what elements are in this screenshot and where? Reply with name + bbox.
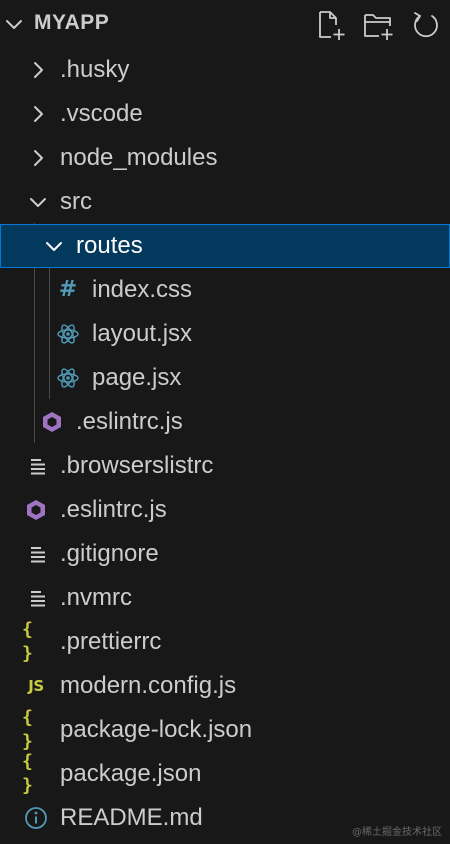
text-file-icon bbox=[31, 547, 45, 563]
chevron-down-icon[interactable] bbox=[2, 12, 26, 36]
tree-item-label: src bbox=[60, 188, 92, 215]
text-file-icon bbox=[31, 591, 45, 607]
css-file-icon: # bbox=[58, 277, 78, 302]
text-file-icon bbox=[31, 459, 45, 475]
tree-item-label: node_modules bbox=[60, 144, 218, 171]
explorer-header[interactable]: MYAPP bbox=[0, 0, 450, 48]
explorer-title: MYAPP bbox=[34, 11, 110, 34]
tree-item-label: package-lock.json bbox=[60, 716, 253, 743]
tree-item-label: .husky bbox=[60, 56, 130, 83]
new-folder-icon[interactable] bbox=[362, 9, 394, 41]
tree-item-index-css[interactable]: # index.css bbox=[0, 268, 450, 312]
tree-item-label: .prettierrc bbox=[60, 628, 162, 655]
tree-item-label: package.json bbox=[60, 760, 202, 787]
tree-item-eslintrc[interactable]: .eslintrc.js bbox=[0, 488, 450, 532]
watermark: @稀土掘金技术社区 bbox=[352, 827, 442, 838]
react-icon bbox=[57, 368, 79, 388]
json-icon: { } bbox=[22, 707, 33, 752]
tree-item-routes[interactable]: routes bbox=[0, 224, 450, 268]
tree-item-modern-config[interactable]: JS modern.config.js bbox=[0, 664, 450, 708]
tree-item-label: README.md bbox=[60, 804, 203, 831]
json-icon: { } bbox=[22, 619, 33, 664]
tree-item-package-json[interactable]: { } package.json bbox=[0, 751, 450, 796]
tree-item-label: .eslintrc.js bbox=[76, 408, 183, 435]
react-icon bbox=[57, 324, 79, 344]
tree-item-src[interactable]: src bbox=[0, 180, 450, 224]
tree-item-label: index.css bbox=[92, 276, 193, 303]
chevron-right-icon[interactable] bbox=[26, 58, 50, 82]
tree-item-label: .gitignore bbox=[60, 540, 159, 567]
tree-item-label: modern.config.js bbox=[60, 672, 237, 699]
chevron-down-icon[interactable] bbox=[26, 190, 50, 214]
tree-item-vscode[interactable]: .vscode bbox=[0, 92, 450, 136]
tree-item-husky[interactable]: .husky bbox=[0, 48, 450, 92]
javascript-icon: JS bbox=[28, 677, 44, 695]
tree-item-nvmrc[interactable]: .nvmrc bbox=[0, 576, 450, 620]
refresh-icon[interactable] bbox=[410, 9, 442, 41]
eslint-icon bbox=[43, 412, 61, 432]
tree-item-layout-jsx[interactable]: layout.jsx bbox=[0, 312, 450, 356]
tree-item-label: .browserslistrc bbox=[60, 452, 214, 479]
chevron-down-icon[interactable] bbox=[42, 234, 66, 258]
chevron-right-icon[interactable] bbox=[26, 146, 50, 170]
tree-item-gitignore[interactable]: .gitignore bbox=[0, 532, 450, 576]
tree-item-label: .nvmrc bbox=[60, 584, 132, 611]
tree-item-label: layout.jsx bbox=[92, 320, 193, 347]
tree-item-src-eslintrc[interactable]: .eslintrc.js bbox=[0, 400, 450, 444]
new-file-icon[interactable] bbox=[314, 9, 346, 41]
tree-item-package-lock[interactable]: { } package-lock.json bbox=[0, 707, 450, 752]
tree-item-label: .vscode bbox=[60, 100, 143, 127]
tree-item-label: .eslintrc.js bbox=[60, 496, 167, 523]
tree-item-page-jsx[interactable]: page.jsx bbox=[0, 356, 450, 400]
eslint-icon bbox=[27, 500, 45, 520]
chevron-right-icon[interactable] bbox=[26, 102, 50, 126]
tree-item-browserslistrc[interactable]: .browserslistrc bbox=[0, 444, 450, 488]
tree-item-node-modules[interactable]: node_modules bbox=[0, 136, 450, 180]
info-icon bbox=[25, 807, 47, 829]
json-icon: { } bbox=[22, 751, 33, 796]
tree-item-label: routes bbox=[76, 232, 143, 259]
tree-item-label: page.jsx bbox=[92, 364, 182, 391]
tree-item-prettierrc[interactable]: { } .prettierrc bbox=[0, 619, 450, 664]
